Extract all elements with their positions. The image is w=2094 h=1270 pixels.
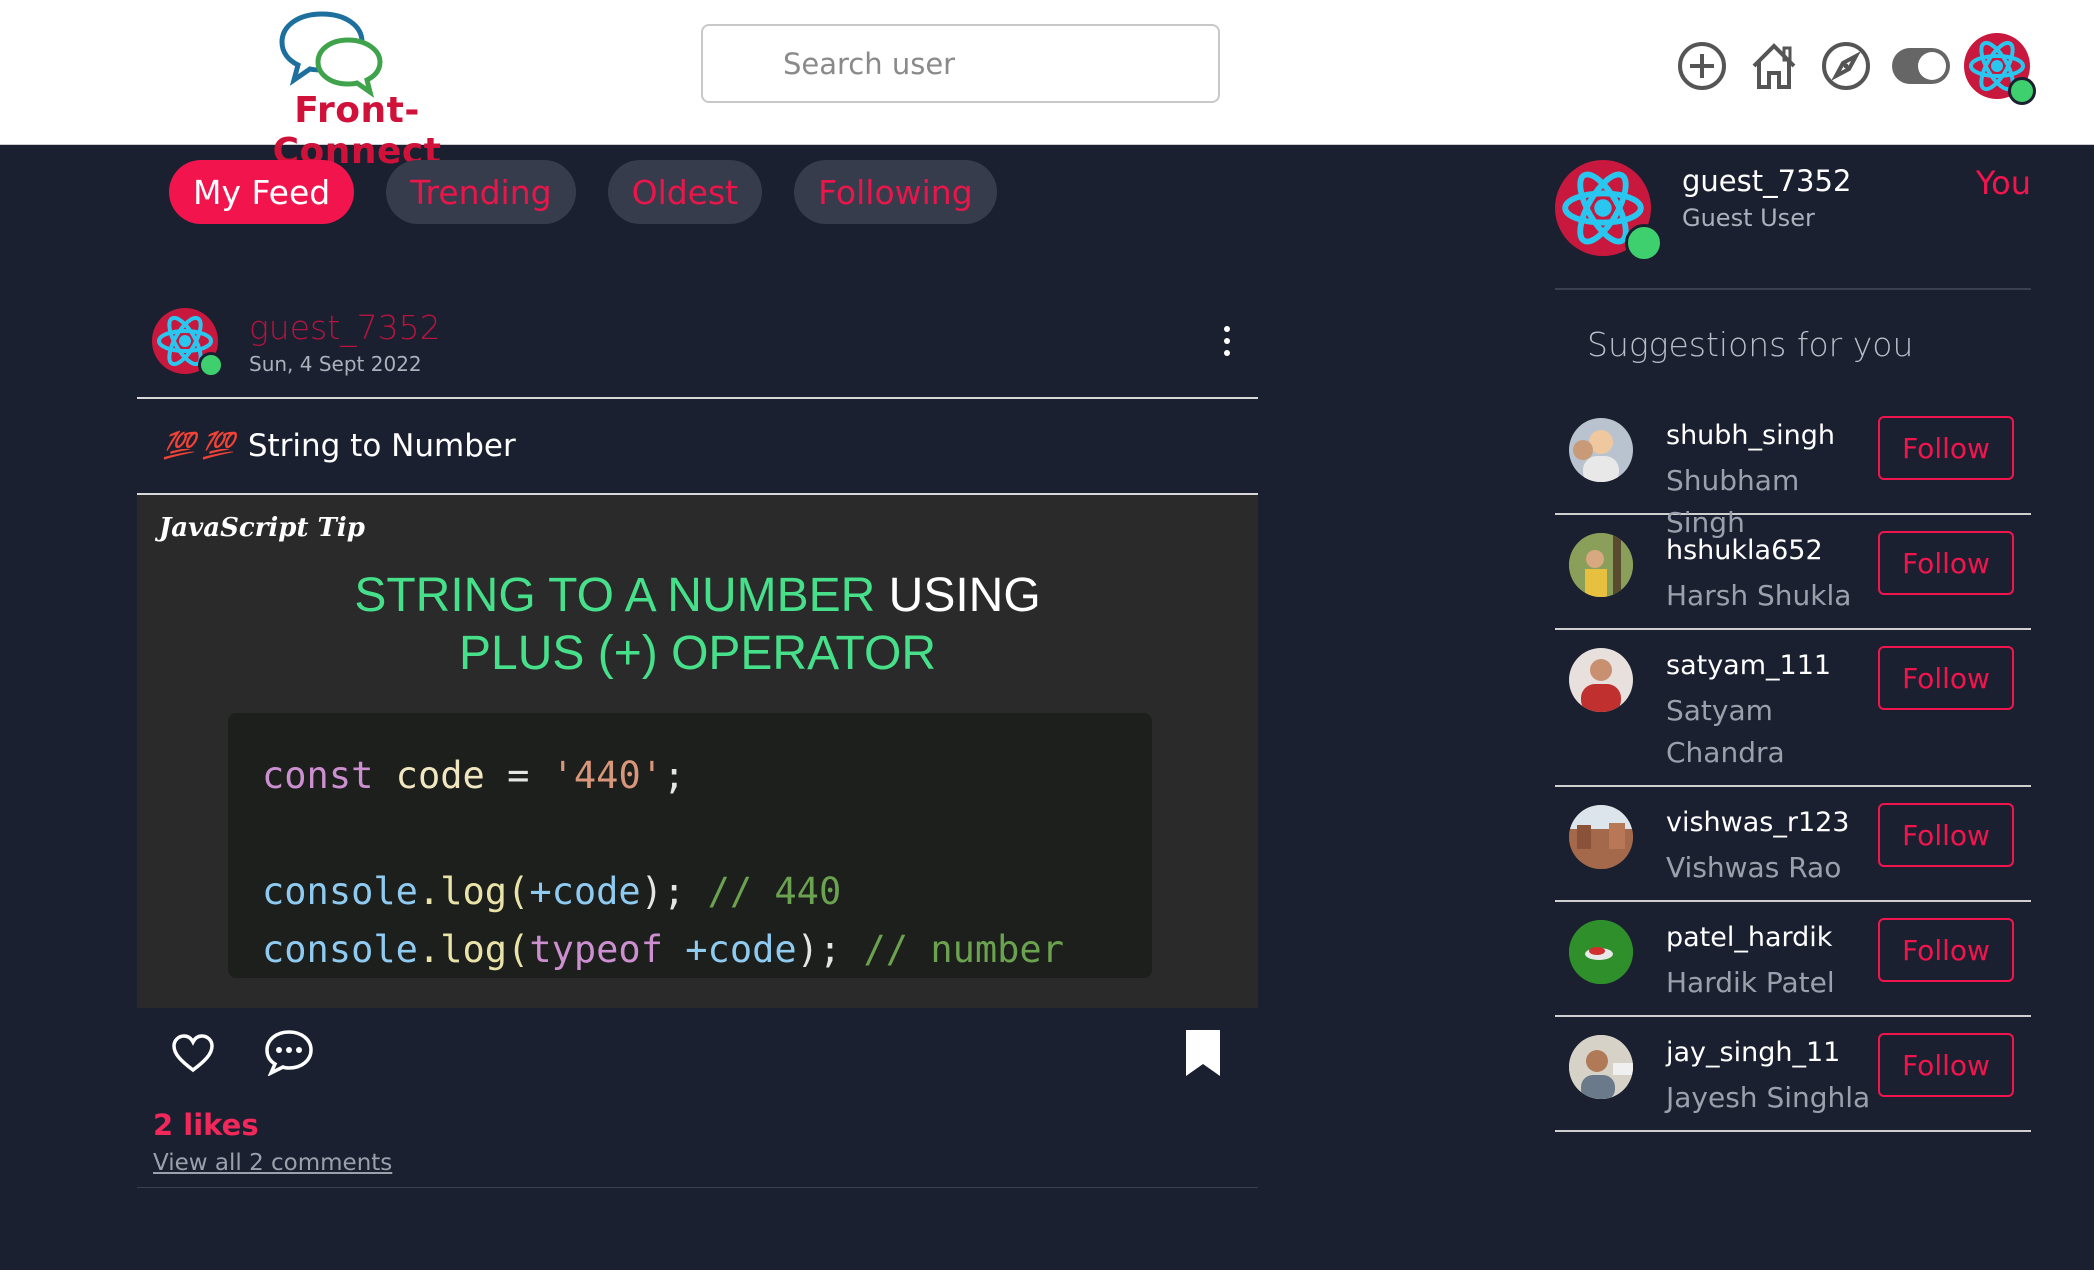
you-label: You [1975,164,2031,202]
code-token: // 440 [707,870,842,913]
image-title: STRING TO A NUMBER USING PLUS (+) OPERAT… [137,567,1258,683]
online-status-dot [2008,77,2036,105]
avatar[interactable] [1569,805,1633,869]
list-item: satyam_111 Satyam Chandra Follow [1555,630,2031,787]
current-user-card: guest_7352 Guest User You [1555,160,2031,290]
code-token: +code [685,928,797,971]
suggestion-name: Jayesh Singhla [1666,1081,1871,1114]
code-token: console [262,870,418,913]
follow-button[interactable]: Follow [1878,918,2014,982]
code-token: ); [640,870,686,913]
profile-avatar[interactable] [1964,33,2036,105]
post-actions [137,1008,1258,1098]
online-status-dot [198,352,224,378]
code-token: .log( [417,870,530,913]
avatar[interactable] [1569,418,1633,482]
suggestion-username[interactable]: shubh_singh [1666,420,1835,451]
nav-icons [1672,33,2036,105]
code-token: const [262,754,374,797]
follow-button[interactable]: Follow [1878,803,2014,867]
follow-button[interactable]: Follow [1878,646,2014,710]
post-header: guest_7352 Sun, 4 Sept 2022 [137,290,1258,399]
list-item: vishwas_r123 Vishwas Rao Follow [1555,787,2031,902]
bookmark-icon[interactable] [1184,1028,1222,1078]
suggestion-username[interactable]: jay_singh_11 [1666,1037,1840,1068]
post-date: Sun, 4 Sept 2022 [249,352,422,376]
tab-trending[interactable]: Trending [386,160,576,224]
search-input[interactable] [701,24,1220,103]
likes-count[interactable]: 2 likes [153,1108,259,1142]
online-status-dot [1625,224,1663,262]
code-token: code [395,754,485,797]
code-token: ; [663,754,686,797]
follow-button[interactable]: Follow [1878,1033,2014,1097]
home-icon[interactable] [1744,36,1804,96]
avatar[interactable] [1569,920,1633,984]
toggle-knob [1918,52,1946,80]
current-user-avatar[interactable] [1555,160,1663,262]
heart-icon[interactable] [171,1034,215,1074]
avatar[interactable] [1569,1035,1633,1099]
code-token: +code [529,870,641,913]
code-token: // number [863,928,1064,971]
feed-tabs: My Feed Trending Oldest Following [169,160,1029,224]
code-token: .log( [417,928,530,971]
suggestion-name: Satyam Chandra [1666,694,1785,769]
top-header: Front-Connect [0,0,2094,172]
post-image[interactable]: JavaScript Tip STRING TO A NUMBER USING … [137,495,1258,1008]
list-item: hshukla652 Harsh Shukla Follow [1555,515,2031,630]
app-logo[interactable]: Front-Connect [212,8,502,172]
code-token: typeof [529,928,663,971]
post-card: guest_7352 Sun, 4 Sept 2022 💯 💯 String t… [137,290,1258,1188]
image-title-part: STRING TO A NUMBER [354,569,876,622]
post-caption: 💯 💯 String to Number [137,399,1258,495]
hundred-emoji-icon: 💯 💯 [163,431,235,461]
tab-following[interactable]: Following [794,160,997,224]
suggestion-username[interactable]: patel_hardik [1666,922,1832,953]
suggestion-username[interactable]: vishwas_r123 [1666,807,1850,838]
comment-icon[interactable] [263,1028,315,1076]
avatar[interactable] [1569,533,1633,597]
suggestion-name: Hardik Patel [1666,966,1835,999]
explore-compass-icon[interactable] [1816,36,1876,96]
suggestion-name: Vishwas Rao [1666,851,1842,884]
code-token: console [262,928,418,971]
code-token: '440' [551,754,664,797]
current-user-name: Guest User [1682,204,1815,232]
view-comments-link[interactable]: View all 2 comments [153,1150,392,1176]
suggestion-name: Harsh Shukla [1666,579,1852,612]
code-token: = [507,754,530,797]
post-author-username[interactable]: guest_7352 [249,308,441,347]
list-item: patel_hardik Hardik Patel Follow [1555,902,2031,1017]
tab-oldest[interactable]: Oldest [607,160,763,224]
suggestions-list: shubh_singh Shubham Singh Follow hshukla… [1555,400,2031,1132]
current-user-username[interactable]: guest_7352 [1682,164,1851,198]
caption-text: String to Number [247,428,516,464]
post-author-avatar[interactable] [152,308,224,378]
post-menu-icon[interactable] [1222,326,1232,356]
image-title-part: PLUS (+) OPERATOR [459,627,936,680]
follow-button[interactable]: Follow [1878,531,2014,595]
suggestion-username[interactable]: hshukla652 [1666,535,1823,566]
suggestion-username[interactable]: satyam_111 [1666,650,1831,681]
post-divider [137,1187,1258,1188]
list-item: jay_singh_11 Jayesh Singhla Follow [1555,1017,2031,1132]
list-item: shubh_singh Shubham Singh Follow [1555,400,2031,539]
image-tip-label: JavaScript Tip [159,513,365,543]
image-title-part: USING [888,569,1041,622]
follow-button[interactable]: Follow [1878,416,2014,480]
tab-my-feed[interactable]: My Feed [169,160,355,224]
code-snippet: const code = '440'; console.log(+code); … [228,713,1152,978]
theme-toggle[interactable] [1892,48,1950,84]
add-post-icon[interactable] [1672,36,1732,96]
chat-bubbles-logo-icon [279,11,383,98]
code-token: ); [796,928,842,971]
suggestions-title: Suggestions for you [1587,325,1914,364]
avatar[interactable] [1569,648,1633,712]
